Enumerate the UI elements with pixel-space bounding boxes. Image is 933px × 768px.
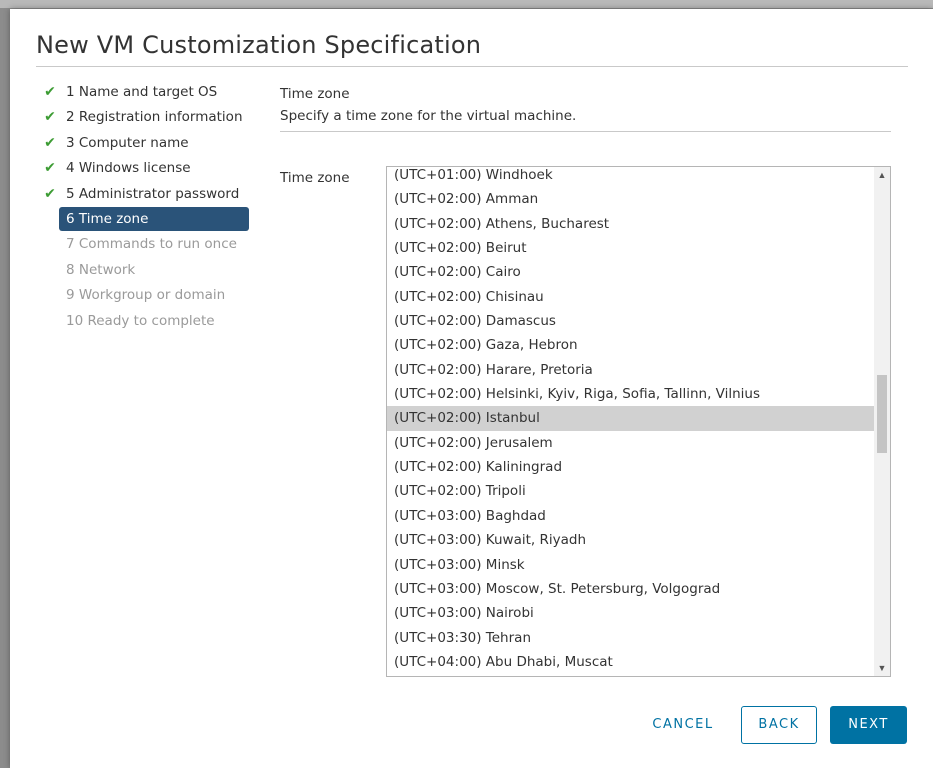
wizard-step-10: 10 Ready to complete (42, 309, 262, 334)
timezone-option[interactable]: (UTC+02:00) Damascus (387, 309, 874, 333)
timezone-option[interactable]: (UTC+02:00) Gaza, Hebron (387, 333, 874, 357)
timezone-option[interactable]: (UTC+03:00) Baghdad (387, 504, 874, 528)
wizard-step-label: 2 Registration information (66, 109, 243, 126)
listbox-scrollbar[interactable]: ▲ ▼ (874, 167, 890, 676)
title-divider (36, 66, 908, 67)
section-divider (280, 131, 891, 132)
wizard-step-5[interactable]: ✔ 5 Administrator password (42, 182, 262, 207)
timezone-option[interactable]: (UTC+03:00) Minsk (387, 553, 874, 577)
timezone-option[interactable]: (UTC+03:30) Tehran (387, 626, 874, 650)
wizard-step-label: 6 Time zone (59, 206, 249, 231)
timezone-option[interactable]: (UTC+03:00) Kuwait, Riyadh (387, 528, 874, 552)
timezone-option-selected[interactable]: (UTC+02:00) Istanbul (387, 406, 874, 431)
checkmark-icon: ✔ (44, 160, 56, 177)
timezone-option[interactable]: (UTC+01:00) Windhoek (387, 167, 874, 187)
timezone-option[interactable]: (UTC+02:00) Tripoli (387, 479, 874, 503)
scroll-up-arrow-icon[interactable]: ▲ (874, 167, 890, 183)
timezone-option[interactable]: (UTC+02:00) Kaliningrad (387, 455, 874, 479)
section-description: Specify a time zone for the virtual mach… (280, 108, 577, 124)
timezone-option[interactable]: (UTC+02:00) Chisinau (387, 285, 874, 309)
wizard-step-label: 9 Workgroup or domain (66, 287, 226, 304)
wizard-step-label: 4 Windows license (66, 160, 191, 177)
cancel-button[interactable]: CANCEL (636, 706, 730, 744)
wizard-step-label: 5 Administrator password (66, 185, 240, 202)
timezone-option[interactable]: (UTC+03:00) Nairobi (387, 601, 874, 625)
checkmark-icon: ✔ (44, 185, 56, 202)
wizard-step-8: 8 Network (42, 258, 262, 283)
section-title: Time zone (280, 86, 350, 102)
timezone-option[interactable]: (UTC+02:00) Amman (387, 187, 874, 211)
timezone-option[interactable]: (UTC+02:00) Athens, Bucharest (387, 212, 874, 236)
checkmark-icon: ✔ (44, 109, 56, 126)
next-button[interactable]: NEXT (830, 706, 907, 744)
timezone-field-label: Time zone (280, 170, 350, 186)
wizard-step-label: 1 Name and target OS (66, 84, 218, 100)
timezone-option[interactable]: (UTC+02:00) Beirut (387, 236, 874, 260)
wizard-step-1[interactable]: ✔ 1 Name and target OS (42, 80, 262, 105)
dialog-title: New VM Customization Specification (36, 31, 482, 59)
wizard-steps-nav: ✔ 1 Name and target OS ✔ 2 Registration inf… (42, 80, 262, 334)
background-page (0, 0, 933, 8)
timezone-option[interactable]: (UTC+03:00) Moscow, St. Petersburg, Volg… (387, 577, 874, 601)
checkmark-icon: ✔ (44, 134, 56, 151)
customization-spec-dialog: New VM Customization Specification ✔ 1 Na… (10, 9, 933, 768)
wizard-step-2[interactable]: ✔ 2 Registration information (42, 105, 262, 130)
wizard-step-7: 7 Commands to run once (42, 232, 262, 257)
wizard-step-label: 3 Computer name (66, 134, 189, 151)
back-button[interactable]: BACK (741, 706, 817, 744)
wizard-step-label: 10 Ready to complete (66, 312, 215, 329)
timezone-option[interactable]: (UTC+04:00) Abu Dhabi, Muscat (387, 650, 874, 674)
wizard-step-9: 9 Workgroup or domain (42, 283, 262, 308)
timezone-listbox[interactable]: (UTC+01:00) Windhoek (UTC+02:00) Amman (UT… (386, 166, 891, 677)
timezone-option[interactable]: (UTC+02:00) Helsinki, Kyiv, Riga, Sofia,… (387, 382, 874, 406)
timezone-options: (UTC+01:00) Windhoek (UTC+02:00) Amman (UT… (387, 167, 874, 674)
timezone-option[interactable]: (UTC+02:00) Harare, Pretoria (387, 358, 874, 382)
wizard-step-4[interactable]: ✔ 4 Windows license (42, 156, 262, 181)
scroll-thumb[interactable] (877, 375, 887, 453)
wizard-step-6[interactable]: 6 Time zone (42, 206, 262, 232)
checkmark-icon: ✔ (44, 84, 56, 100)
wizard-step-label: 8 Network (66, 261, 136, 278)
timezone-option[interactable]: (UTC+02:00) Cairo (387, 260, 874, 284)
wizard-step-label: 7 Commands to run once (66, 236, 237, 253)
wizard-step-3[interactable]: ✔ 3 Computer name (42, 131, 262, 156)
scroll-down-arrow-icon[interactable]: ▼ (874, 660, 890, 676)
timezone-option[interactable]: (UTC+02:00) Jerusalem (387, 431, 874, 455)
